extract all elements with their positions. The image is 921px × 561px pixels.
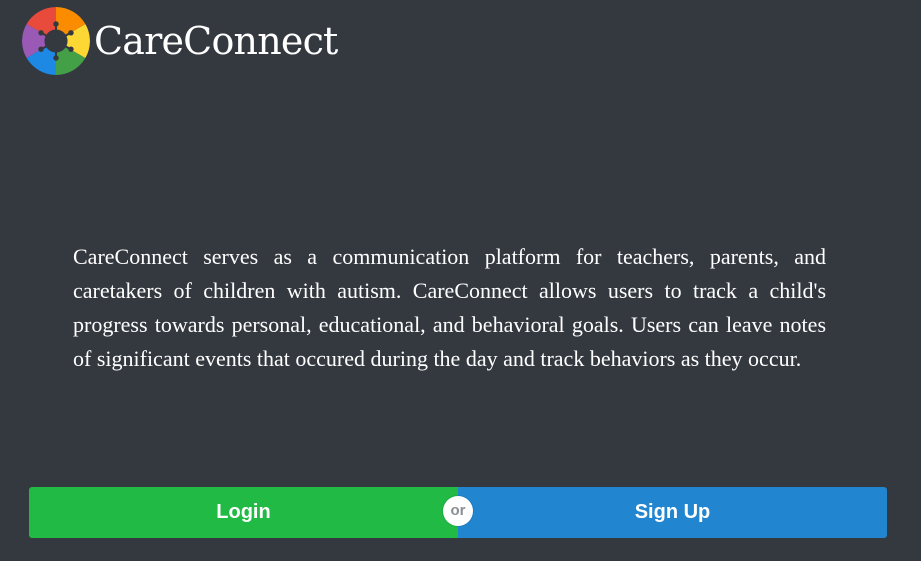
puzzle-logo-icon	[22, 7, 90, 75]
brand-header: CareConnect	[22, 7, 338, 75]
auth-actions: Login Sign Up or	[29, 487, 887, 538]
platform-description: CareConnect serves as a communication pl…	[73, 244, 826, 371]
sign-up-button[interactable]: Sign Up	[458, 487, 887, 538]
landing-page: CareConnect CareConnect serves as a comm…	[0, 0, 921, 561]
brand-name: CareConnect	[94, 19, 338, 63]
or-divider: or	[443, 496, 473, 526]
login-button[interactable]: Login	[29, 487, 458, 538]
